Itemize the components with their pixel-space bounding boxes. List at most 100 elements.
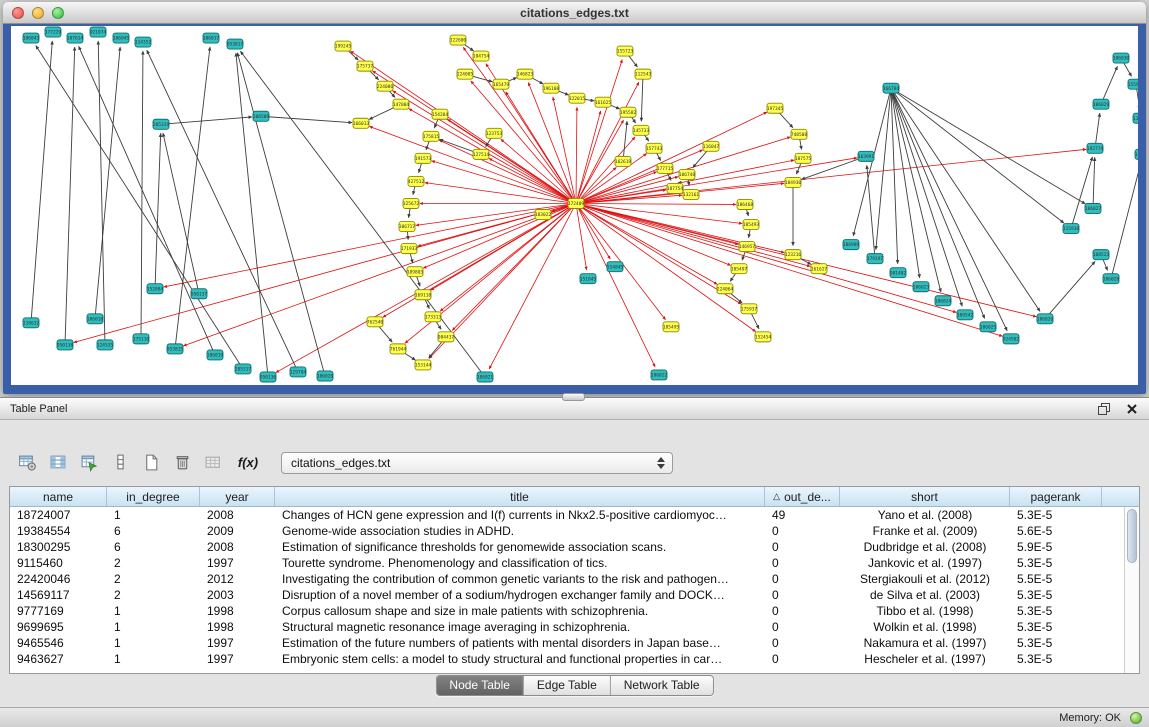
graph-node[interactable]: 183022 <box>535 210 552 220</box>
graph-edge[interactable] <box>261 116 352 122</box>
column-header-name[interactable]: name <box>10 487 107 506</box>
column-header-pagerank[interactable]: pagerank <box>1010 487 1102 506</box>
graph-node[interactable]: 166013 <box>353 118 370 128</box>
graph-node[interactable]: 186029 <box>1093 99 1110 109</box>
graph-node[interactable]: 166784 <box>883 83 900 93</box>
graph-edge[interactable] <box>891 88 985 318</box>
delete-table-icon[interactable] <box>169 451 196 475</box>
graph-node[interactable]: 154204 <box>432 109 449 119</box>
graph-node[interactable]: 177229 <box>45 27 62 37</box>
graph-node[interactable]: 151845 <box>580 274 597 284</box>
graph-node[interactable]: 189803 <box>407 267 424 277</box>
network-canvas[interactable]: 1724091992451757372240861470041660131226… <box>11 26 1138 385</box>
close-panel-icon[interactable] <box>1125 402 1139 416</box>
graph-node[interactable]: 187754 <box>667 183 684 193</box>
graph-node[interactable]: 325672 <box>403 198 420 208</box>
graph-node[interactable]: 153144 <box>415 360 432 370</box>
graph-node[interactable]: 185497 <box>731 264 748 274</box>
graph-node[interactable]: 157743 <box>646 143 663 153</box>
minimize-button[interactable] <box>32 7 44 19</box>
graph-node[interactable]: 224064 <box>717 284 734 294</box>
table-row[interactable]: 946554611997Estimation of the future num… <box>10 635 1139 651</box>
scrollbar-thumb[interactable] <box>1127 509 1137 563</box>
graph-node[interactable]: 195582 <box>620 107 637 117</box>
graph-node[interactable]: 175937 <box>741 304 758 314</box>
graph-edge[interactable] <box>98 41 105 345</box>
graph-edge[interactable] <box>891 88 920 278</box>
graph-node[interactable]: 205319 <box>153 119 170 129</box>
panel-divider-handle[interactable] <box>562 393 585 401</box>
graph-node[interactable]: 761944 <box>390 344 407 354</box>
graph-node[interactable]: 129704 <box>290 367 307 377</box>
graph-edge[interactable] <box>623 121 627 161</box>
graph-node[interactable]: 124535 <box>97 340 114 350</box>
graph-node[interactable]: 185493 <box>743 220 760 230</box>
graph-edge[interactable] <box>36 46 243 369</box>
graph-edge[interactable] <box>576 203 736 204</box>
table-row[interactable]: 1830029562008Estimation of significance … <box>10 539 1139 555</box>
graph-node[interactable]: 205317 <box>235 364 252 374</box>
graph-node[interactable]: 186025 <box>980 322 997 332</box>
graph-node[interactable]: 171933 <box>401 244 418 254</box>
graph-edge[interactable] <box>576 203 717 284</box>
graph-edge[interactable] <box>891 88 1085 204</box>
graph-edge[interactable] <box>576 203 956 312</box>
graph-node[interactable]: 748508 <box>791 129 808 139</box>
table-row[interactable]: 946362711997Embryonic stem cells: a mode… <box>10 651 1139 667</box>
tab-network-table[interactable]: Network Table <box>611 676 713 695</box>
graph-edge[interactable] <box>576 203 1002 336</box>
graph-node[interactable]: 145733 <box>633 125 650 135</box>
table-row[interactable]: 1872400712008Changes of HCN gene express… <box>10 507 1139 523</box>
show-columns-icon[interactable] <box>45 451 72 475</box>
graph-node[interactable]: 306717 <box>399 222 416 232</box>
column-header-title[interactable]: title <box>275 487 765 506</box>
graph-node[interactable]: 114352 <box>135 37 152 47</box>
graph-node[interactable]: 127514 <box>473 149 490 159</box>
graph-edge[interactable] <box>31 41 52 323</box>
table-selector-dropdown[interactable]: citations_edges.txt <box>281 452 673 474</box>
graph-edge[interactable] <box>876 88 891 249</box>
graph-node[interactable]: 154845 <box>607 262 624 272</box>
float-panel-icon[interactable] <box>1097 402 1111 416</box>
graph-node[interactable]: 187575 <box>795 153 812 163</box>
graph-node[interactable]: 123753 <box>486 128 503 138</box>
edit-table-icon[interactable] <box>76 451 103 475</box>
graph-node[interactable]: 185495 <box>663 322 680 332</box>
graph-node[interactable]: 106748 <box>679 169 696 179</box>
graph-node[interactable]: 192774 <box>1087 143 1104 153</box>
graph-node[interactable]: 155723 <box>617 46 634 56</box>
graph-node[interactable]: 152084 <box>147 284 164 294</box>
graph-node[interactable]: 084437 <box>438 332 455 342</box>
graph-node[interactable]: 950136 <box>260 372 277 382</box>
graph-edge[interactable] <box>853 88 891 236</box>
graph-node[interactable]: 184754 <box>473 51 490 61</box>
graph-edge[interactable] <box>1071 157 1092 229</box>
graph-edge[interactable] <box>891 88 1040 311</box>
graph-edge[interactable] <box>576 203 587 269</box>
graph-node[interactable]: 950137 <box>191 289 208 299</box>
graph-node[interactable]: 186043 <box>23 33 40 43</box>
graph-node[interactable]: 921074 <box>90 27 107 37</box>
graph-edge[interactable] <box>79 46 215 355</box>
graph-edge[interactable] <box>471 81 576 204</box>
graph-edge[interactable] <box>236 53 268 377</box>
graph-edge[interactable] <box>891 88 1007 331</box>
graph-edge[interactable] <box>163 133 199 294</box>
graph-edge[interactable] <box>501 139 576 203</box>
graph-node[interactable]: 186018 <box>87 314 104 324</box>
table-row[interactable]: 1456911722003Disruption of a novel membe… <box>10 587 1139 603</box>
graph-node[interactable]: 116047 <box>703 141 720 151</box>
graph-edge[interactable] <box>891 88 898 263</box>
graph-node[interactable]: 186026 <box>1037 314 1054 324</box>
graph-node[interactable]: 146823 <box>517 69 534 79</box>
graph-node[interactable]: 132161 <box>683 189 700 199</box>
graph-edge[interactable] <box>423 203 576 268</box>
graph-edge[interactable] <box>164 203 576 286</box>
graph-node[interactable]: 184930 <box>785 177 802 187</box>
graph-edge[interactable] <box>576 154 647 204</box>
graph-edge[interactable] <box>489 158 576 203</box>
graph-edge[interactable] <box>448 119 576 203</box>
graph-node[interactable]: 175815 <box>423 131 440 141</box>
graph-node[interactable]: 186024 <box>935 296 952 306</box>
graph-node[interactable]: 146957 <box>739 242 756 252</box>
